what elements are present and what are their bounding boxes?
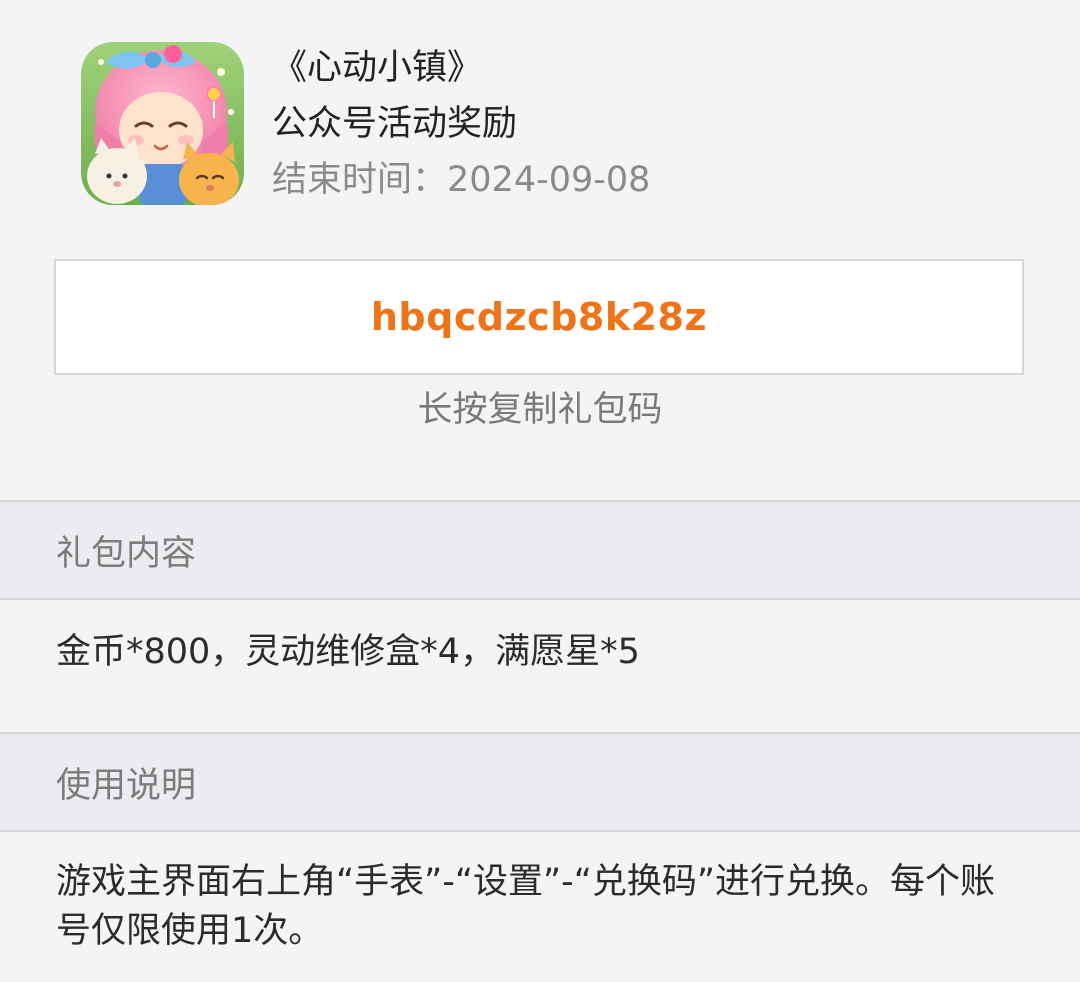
instructions-heading: 使用说明 bbox=[56, 765, 197, 806]
instructions-section-header: 使用说明 bbox=[0, 732, 1080, 832]
game-title: 《心动小镇》 bbox=[272, 48, 483, 88]
event-name: 公众号活动奖励 bbox=[272, 104, 518, 144]
end-time-date: 2024-09-08 bbox=[447, 160, 651, 200]
contents-section-header: 礼包内容 bbox=[0, 500, 1080, 600]
game-app-icon bbox=[81, 42, 244, 205]
gift-header: 《心动小镇》 公众号活动奖励 结束时间：2024-09-08 bbox=[0, 0, 1080, 230]
instructions-text: 游戏主界面右上角“手表”-“设置”-“兑换码”进行兑换。每个账号仅限使用1次。 bbox=[56, 862, 996, 951]
end-time-label: 结束时间： bbox=[272, 160, 448, 200]
gift-info: 《心动小镇》 公众号活动奖励 结束时间：2024-09-08 bbox=[272, 40, 1032, 208]
contents-text: 金币*800，灵动维修盒*4，满愿星*5 bbox=[56, 632, 640, 672]
copy-hint: 长按复制礼包码 bbox=[417, 390, 663, 430]
contents-heading: 礼包内容 bbox=[56, 533, 197, 574]
gift-code[interactable]: hbqcdzcb8k28z bbox=[371, 295, 707, 339]
gift-code-box[interactable]: hbqcdzcb8k28z bbox=[54, 259, 1024, 375]
end-time: 结束时间：2024-09-08 bbox=[272, 152, 1032, 208]
